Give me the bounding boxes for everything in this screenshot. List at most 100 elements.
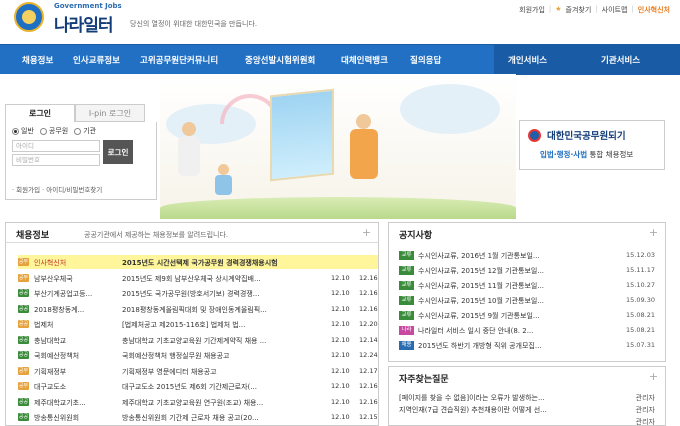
job-row[interactable]: 공무 남부산우체국 2015년도 제9회 남부산우체국 상시계약집배... 12.10… xyxy=(18,271,378,285)
logo-emblem-icon[interactable] xyxy=(14,2,44,32)
notice-item[interactable]: 교류 수시인사교류, 2016년 1월 기관통보일... 15.12.03 xyxy=(399,249,661,262)
job-badge: 공무 xyxy=(18,382,29,390)
job-org[interactable]: 대구교도소 xyxy=(34,382,118,392)
job-row[interactable]: 공공 충남대학교 충남대학교 기초교양교육원 기간제계약직 채용 ... 12.10 1… xyxy=(18,333,378,347)
job-row[interactable]: 공공 부산기계공업고등... 2015년도 국가공무원(방호서기보) 경력경쟁...… xyxy=(18,286,378,300)
job-title[interactable]: 2015년도 시간선택제 국가공무원 경력경쟁채용시험 xyxy=(122,258,377,268)
faq-item[interactable]: 지역인재(7급 견습직원) 추천채용이란 어떻게 선... 관리자 xyxy=(399,404,661,416)
civil-service-banner[interactable]: 대한민국공무원되기 입법·행정·사법 통합 채용정보 xyxy=(519,120,665,170)
login-button[interactable]: 로그인 xyxy=(103,140,133,164)
nav-personal-service[interactable]: 개인서비스 xyxy=(508,54,547,66)
tab-ipin-login[interactable]: I-pin 로그인 xyxy=(75,104,145,122)
faq-text[interactable]: 지역인재(7급 견습직원) 추천채용이란 어떻게 선... xyxy=(399,405,607,415)
brand-name[interactable]: 나라일터 xyxy=(54,11,114,36)
more-faq-plus-icon[interactable]: + xyxy=(648,371,659,382)
notice-text[interactable]: 수시인사교류, 2016년 1월 기관통보일... xyxy=(418,251,598,261)
job-title[interactable]: 방송통신위원회 기간제 근로자 채용 공고(20... xyxy=(122,413,300,423)
login-type-radios: 일반 공무원 기관 xyxy=(12,126,96,136)
notice-item[interactable]: 교류 수시인사교류, 2015년 12월 기관통보일... 15.11.17 xyxy=(399,264,661,277)
faq-item[interactable]: [페이지를 찾을 수 없음]이라는 오류가 발생하는... 관리자 xyxy=(399,392,661,404)
notice-badge: 나라 xyxy=(399,326,414,335)
password-input[interactable]: 비밀번호 xyxy=(12,154,100,166)
job-row[interactable]: 공공 제주대학교기초... 제주대학교 기초교양교육원 연구원(조교) 채용... 1… xyxy=(18,395,378,409)
job-start-date: 12.10 xyxy=(331,335,350,344)
toplink-mpm[interactable]: 인사혁신처 xyxy=(638,5,670,15)
notice-item[interactable]: 나라 나라일터 서비스 일시 중단 안내(8. 2... 15.08.21 xyxy=(399,324,661,337)
nav-substitute-bank[interactable]: 대체인력뱅크 xyxy=(341,54,388,66)
notice-date: 15.10.27 xyxy=(626,281,655,289)
job-title[interactable]: 2015년도 제9회 남부산우체국 상시계약집배... xyxy=(122,274,300,284)
nav-exam-committee[interactable]: 중앙선발시험위원회 xyxy=(245,54,315,66)
job-org[interactable]: 2018평창동계... xyxy=(34,305,118,315)
tab-login[interactable]: 로그인 xyxy=(5,104,75,122)
radio-official[interactable]: 공무원 xyxy=(39,126,68,136)
job-end-date: 12.20 xyxy=(359,320,378,328)
job-title[interactable]: 2015년도 국가공무원(방호서기보) 경력경쟁... xyxy=(122,289,300,299)
notice-item[interactable]: 교류 수시인사교류, 2015년 10월 기관통보일... 15.09.30 xyxy=(399,294,661,307)
job-row[interactable]: 공공 법제처 [법제처공고 제2015-116호] 법제처 법... 12.10 12.… xyxy=(18,317,378,331)
nav-agency-service[interactable]: 기관서비스 xyxy=(601,54,640,66)
job-org[interactable]: 국회예산정책처 xyxy=(34,351,118,361)
job-row[interactable]: 공무 대구교도소 대구교도소 2015년도 제6회 기간제근로자(... 12.10 1… xyxy=(18,379,378,393)
toplink-favorite[interactable]: 즐겨찾기 xyxy=(566,5,592,15)
job-end-date: 12.24 xyxy=(359,351,378,359)
job-title[interactable]: 제주대학교 기초교양교육원 연구원(조교) 채용... xyxy=(122,398,300,408)
job-start-date: 12.10 xyxy=(331,351,350,359)
job-row[interactable]: 공공 2018평창동계... 2018평창동계올림픽대회 및 장애인동계올림픽...… xyxy=(18,302,378,316)
more-jobs-plus-icon[interactable]: + xyxy=(361,227,372,238)
notice-title: 공지사항 xyxy=(399,231,433,241)
more-notices-plus-icon[interactable]: + xyxy=(648,227,659,238)
hero-illustration xyxy=(160,74,516,219)
nav-senior-community[interactable]: 고위공무원단커뮤니티 xyxy=(140,54,218,66)
faq-author: 관리자 xyxy=(635,418,655,426)
notice-text[interactable]: 수시인사교류, 2015년 9월 기관통보일... xyxy=(418,311,598,321)
notice-item[interactable]: 교류 수시인사교류, 2015년 11월 기관통보일... 15.10.27 xyxy=(399,279,661,292)
job-org[interactable]: 제주대학교기초... xyxy=(34,398,118,408)
notice-text[interactable]: 수시인사교류, 2015년 10월 기관통보일... xyxy=(418,296,598,306)
login-links[interactable]: · 회원가입 · 아이디/비밀번호찾기 xyxy=(12,184,102,194)
nav-recruit[interactable]: 채용정보 xyxy=(22,54,53,66)
notice-date: 15.11.17 xyxy=(626,266,655,274)
job-end-date: 12.16 xyxy=(359,382,378,390)
toplink-join[interactable]: 회원가입 xyxy=(519,5,545,15)
job-row[interactable]: 공무 기획재정부 기획재정부 영문에디터 채용공고 12.10 12.17 xyxy=(18,364,378,378)
job-org[interactable]: 충남대학교 xyxy=(34,336,118,346)
job-title[interactable]: 대구교도소 2015년도 제6회 기간제근로자(... xyxy=(122,382,300,392)
job-start-date: 12.10 xyxy=(331,320,350,328)
faq-item[interactable]: 관리자 xyxy=(399,416,661,426)
nav-qna[interactable]: 질의응답 xyxy=(410,54,441,66)
job-title[interactable]: 기획재정부 영문에디터 채용공고 xyxy=(122,367,300,377)
notice-badge: 교류 xyxy=(399,251,414,260)
notice-item[interactable]: 채용 2015년도 하반기 개방형 직위 공개모집... 15.07.31 xyxy=(399,339,661,352)
job-title[interactable]: 국회예산정책처 행정실무원 채용공고 xyxy=(122,351,300,361)
job-row[interactable]: 공공 방송통신위원회 방송통신위원회 기간제 근로자 채용 공고(20... 12.1… xyxy=(18,410,378,424)
login-box: 로그인 I-pin 로그인 일반 공무원 기관 아이디 비밀번호 로그인 · 회… xyxy=(5,104,157,200)
job-org[interactable]: 부산기계공업고등... xyxy=(34,289,118,299)
job-title[interactable]: 2018평창동계올림픽대회 및 장애인동계올림픽... xyxy=(122,305,300,315)
notice-text[interactable]: 수시인사교류, 2015년 11월 기관통보일... xyxy=(418,281,598,291)
nav-exchange[interactable]: 인사교류정보 xyxy=(73,54,120,66)
job-org[interactable]: 인사혁신처 xyxy=(34,258,118,268)
notice-item[interactable]: 교류 수시인사교류, 2015년 9월 기관통보일... 15.08.21 xyxy=(399,309,661,322)
job-org[interactable]: 법제처 xyxy=(34,320,118,330)
job-end-date: 12.17 xyxy=(359,366,378,375)
faq-author: 관리자 xyxy=(635,394,655,402)
faq-text[interactable]: [페이지를 찾을 수 없음]이라는 오류가 발생하는... xyxy=(399,393,607,403)
id-input[interactable]: 아이디 xyxy=(12,140,100,152)
job-org[interactable]: 기획재정부 xyxy=(34,367,118,377)
job-badge: 공공 xyxy=(18,289,29,297)
job-badge: 공공 xyxy=(18,335,29,344)
notice-text[interactable]: 수시인사교류, 2015년 12월 기관통보일... xyxy=(418,266,598,276)
job-title[interactable]: 충남대학교 기초교양교육원 기간제계약직 채용 ... xyxy=(122,336,300,346)
notice-text[interactable]: 2015년도 하반기 개방형 직위 공개모집... xyxy=(418,341,598,351)
notice-text[interactable]: 나라일터 서비스 일시 중단 안내(8. 2... xyxy=(418,326,598,336)
radio-general[interactable]: 일반 xyxy=(12,126,34,136)
job-badge: 공공 xyxy=(18,351,29,359)
job-row[interactable]: 공공 국회예산정책처 국회예산정책처 행정실무원 채용공고 12.10 12.24 xyxy=(18,348,378,362)
radio-agency[interactable]: 기관 xyxy=(74,126,96,136)
job-org[interactable]: 남부산우체국 xyxy=(34,274,118,284)
toplink-sitemap[interactable]: 사이트맵 xyxy=(602,5,628,15)
job-title[interactable]: [법제처공고 제2015-116호] 법제처 법... xyxy=(122,320,300,330)
job-org[interactable]: 방송통신위원회 xyxy=(34,413,118,423)
job-row[interactable]: 공무 인사혁신처 2015년도 시간선택제 국가공무원 경력경쟁채용시험 xyxy=(18,255,378,269)
